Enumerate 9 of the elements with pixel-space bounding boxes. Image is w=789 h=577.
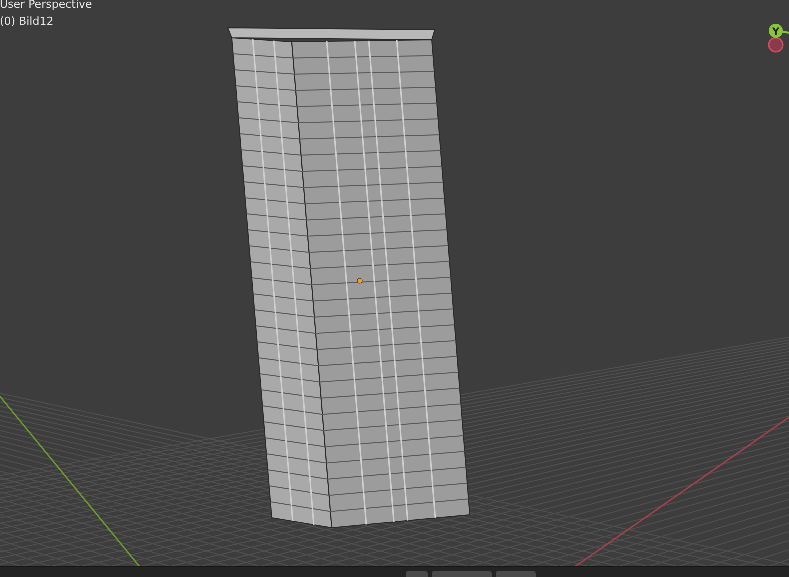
origin-dot	[357, 278, 363, 284]
view-name: User Perspective	[0, 0, 92, 13]
object-label: (0) Bild12	[0, 14, 55, 30]
tower-model-drawing[interactable]	[227, 28, 471, 529]
3d-viewport[interactable]: Y User Perspective (0) Bild12	[0, 0, 789, 566]
toolbar-button[interactable]	[496, 571, 536, 577]
y-axis-handle[interactable]: Y	[769, 24, 783, 38]
toolbar-button[interactable]	[432, 571, 492, 577]
toolbar-button[interactable]	[406, 571, 428, 577]
